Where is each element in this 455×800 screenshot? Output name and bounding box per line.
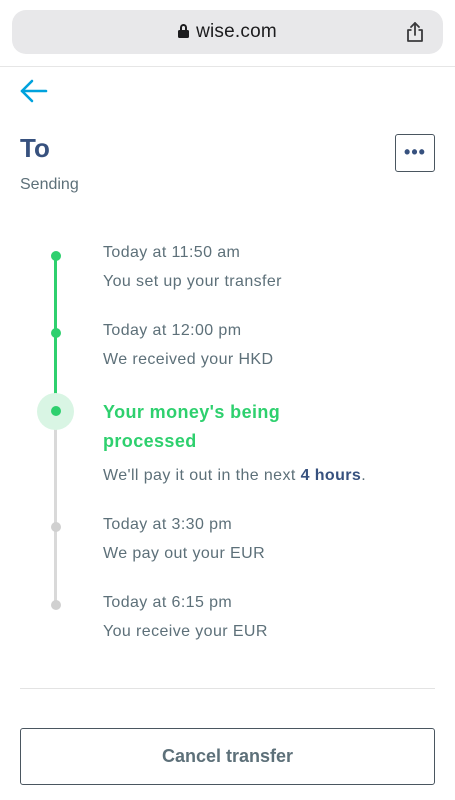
current-step-description: We'll pay it out in the next 4 hours. bbox=[103, 467, 366, 485]
step-description: You set up your transfer bbox=[103, 273, 282, 290]
transfer-status-label: Sending bbox=[20, 176, 79, 193]
step-dot-pending bbox=[50, 600, 61, 610]
step-time: Today at 3:30 pm bbox=[103, 516, 233, 533]
divider bbox=[20, 688, 435, 689]
browser-toolbar: wise.com bbox=[0, 0, 455, 67]
step-dot-done bbox=[50, 328, 61, 338]
step-time: Today at 12:00 pm bbox=[103, 322, 242, 339]
cancel-transfer-button[interactable]: Cancel transfer bbox=[20, 728, 435, 785]
step-dot-done bbox=[50, 251, 61, 261]
url-text: wise.com bbox=[196, 21, 277, 42]
current-step-title: Your money's being processed bbox=[103, 402, 281, 451]
step-dot-current bbox=[50, 406, 61, 416]
transfer-status-page: wise.com To Sending ••• Today at 11:50 a… bbox=[0, 0, 455, 800]
address-bar[interactable]: wise.com bbox=[12, 10, 443, 54]
timeline-pending-line bbox=[54, 411, 57, 605]
page-title: To bbox=[20, 133, 50, 163]
step-description: You receive your EUR bbox=[103, 623, 268, 640]
back-arrow-icon[interactable] bbox=[18, 76, 50, 106]
payout-eta-prefix: We'll pay it out in the next bbox=[103, 467, 296, 484]
payout-eta-suffix: . bbox=[361, 467, 367, 484]
more-icon: ••• bbox=[404, 142, 426, 162]
step-dot-pending bbox=[50, 522, 61, 532]
payout-eta-value: 4 hours bbox=[300, 467, 362, 484]
step-time: Today at 6:15 pm bbox=[103, 594, 233, 611]
url-display[interactable]: wise.com bbox=[12, 21, 443, 43]
step-description: We received your HKD bbox=[103, 351, 274, 368]
lock-icon bbox=[178, 24, 190, 38]
step-time: Today at 11:50 am bbox=[103, 244, 241, 261]
share-icon[interactable] bbox=[404, 21, 426, 43]
step-description: We pay out your EUR bbox=[103, 545, 266, 562]
more-options-button[interactable]: ••• bbox=[395, 134, 435, 172]
